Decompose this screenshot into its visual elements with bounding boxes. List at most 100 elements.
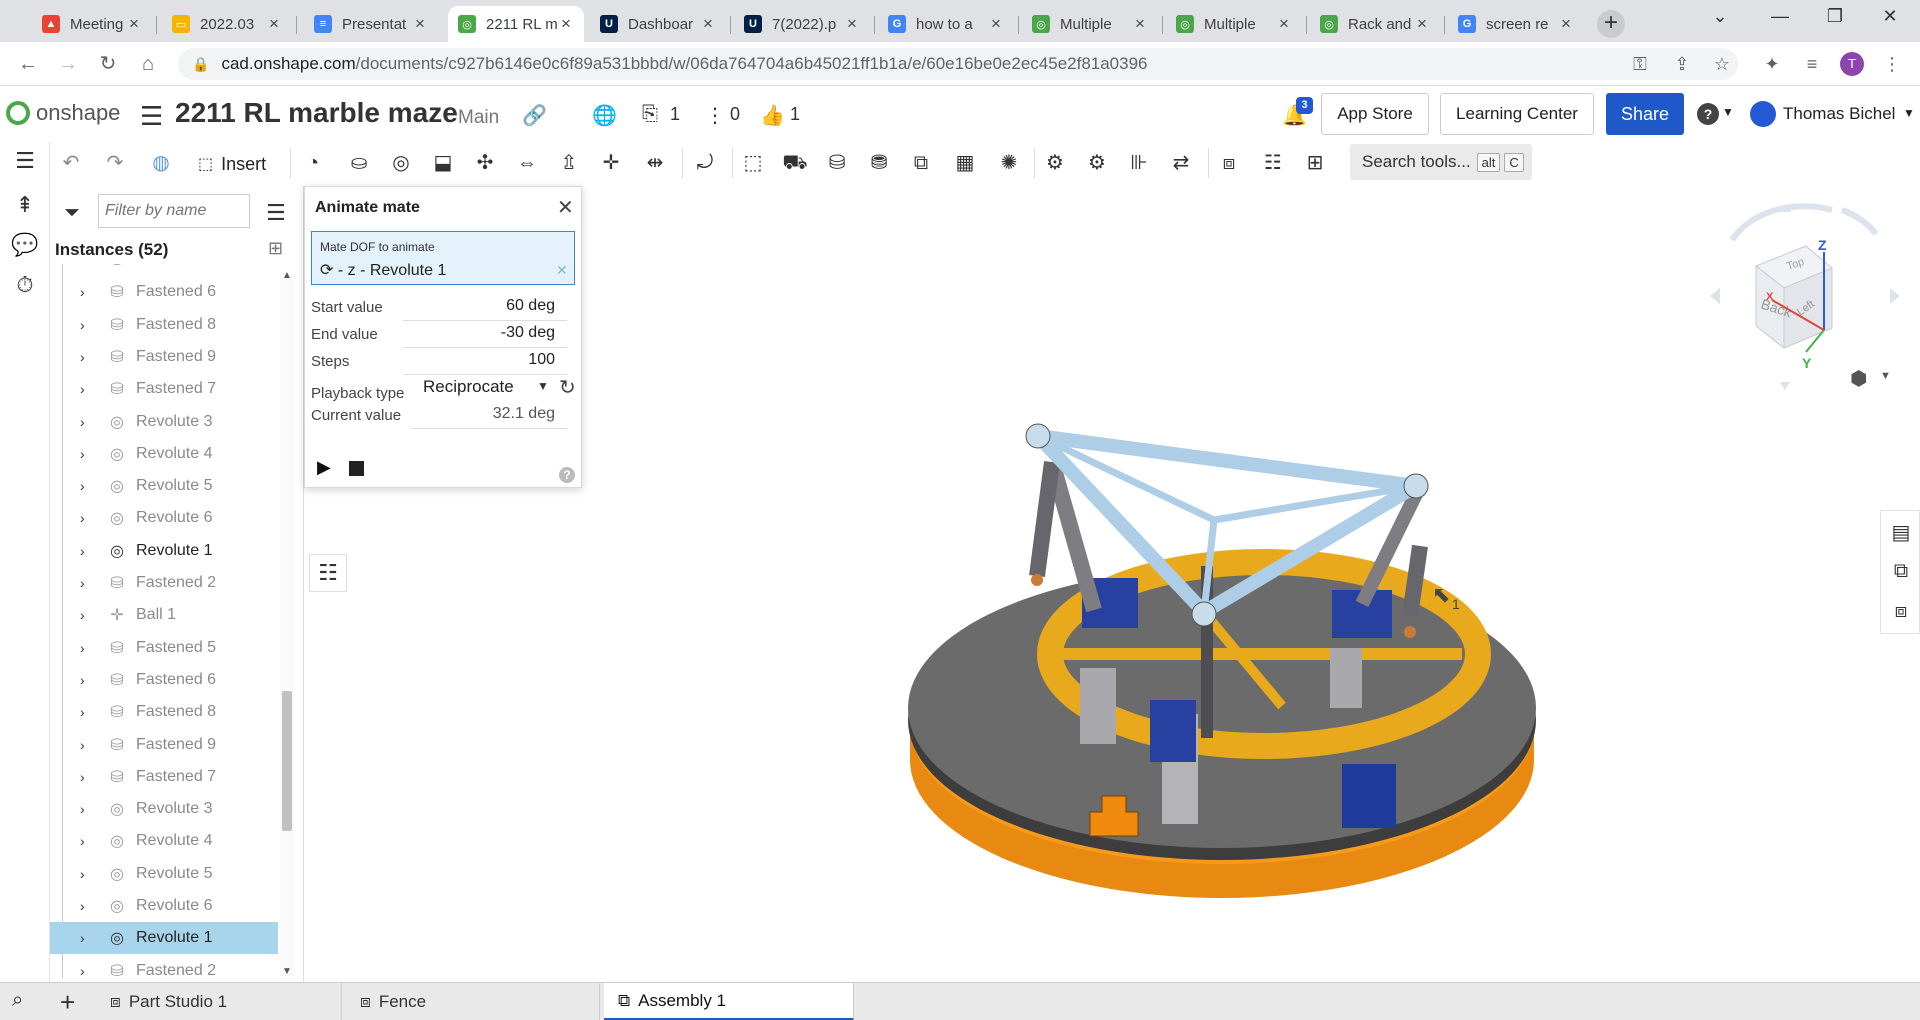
undo-icon[interactable]: ↶ bbox=[56, 148, 86, 178]
scroll-up-arrow-icon[interactable]: ▲ bbox=[282, 270, 292, 281]
browser-tab[interactable]: ▲ Meeting × bbox=[32, 6, 152, 42]
versions-icon[interactable]: ⎘ bbox=[642, 103, 658, 126]
chevron-right-icon[interactable]: › bbox=[80, 607, 96, 623]
add-element-icon[interactable]: + bbox=[60, 987, 75, 1018]
chevron-right-icon[interactable]: › bbox=[80, 866, 96, 882]
linkage-joint[interactable] bbox=[1025, 423, 1051, 449]
close-icon[interactable]: ✕ bbox=[557, 195, 574, 220]
home-icon[interactable]: ⌂ bbox=[134, 50, 162, 78]
fastened-mate-icon[interactable]: ⛀ bbox=[344, 148, 374, 178]
view-options-caret-icon[interactable]: ▼ bbox=[1880, 370, 1891, 382]
mate-tree-row[interactable]: › ⛁ Fastened 8 bbox=[50, 696, 278, 728]
chevron-right-icon[interactable]: › bbox=[80, 898, 96, 914]
named-positions-icon[interactable]: ⧈ bbox=[1214, 148, 1244, 178]
filter-icon[interactable]: ⏷ bbox=[64, 202, 80, 225]
chevron-right-icon[interactable]: › bbox=[80, 737, 96, 753]
mate-tree-row[interactable]: › ◎ Revolute 4 bbox=[50, 438, 278, 470]
close-tab-icon[interactable]: × bbox=[412, 14, 428, 34]
display-states-icon[interactable]: ☷ bbox=[1258, 148, 1288, 178]
chevron-right-icon[interactable]: › bbox=[80, 640, 96, 656]
link-icon[interactable]: 🔗 bbox=[522, 103, 547, 128]
user-name[interactable]: Thomas Bichel bbox=[1783, 104, 1895, 124]
scroll-down-arrow-icon[interactable]: ▼ bbox=[282, 966, 292, 977]
search-tools-field[interactable]: Search tools... alt C bbox=[1350, 144, 1532, 180]
slider-mate-icon[interactable]: ⬓ bbox=[428, 148, 458, 178]
linkage-joint[interactable] bbox=[1403, 473, 1429, 499]
servo-arm[interactable] bbox=[1029, 460, 1060, 578]
new-tab-button[interactable]: + bbox=[1597, 10, 1625, 38]
learning-center-button[interactable]: Learning Center bbox=[1440, 93, 1594, 135]
document-title[interactable]: 2211 RL marble maze bbox=[175, 97, 458, 129]
steps-input[interactable]: 100 bbox=[528, 351, 555, 369]
mate-tree-row[interactable]: › ✛ Ball 1 bbox=[50, 599, 278, 631]
assembly-3d-model[interactable] bbox=[582, 186, 1882, 982]
chevron-right-icon[interactable]: › bbox=[80, 769, 96, 785]
reciprocate-loop-icon[interactable]: ↻ bbox=[559, 375, 576, 400]
explode-icon[interactable]: ✺ bbox=[994, 148, 1024, 178]
end-value-input[interactable]: -30 deg bbox=[501, 324, 555, 342]
rotate-down-arrow[interactable] bbox=[1780, 382, 1790, 390]
close-window-icon[interactable]: ✕ bbox=[1870, 6, 1910, 34]
search-tabs-icon[interactable]: ⌕ bbox=[12, 989, 23, 1012]
measure-icon[interactable]: ⊪ bbox=[1124, 148, 1154, 178]
reload-icon[interactable]: ↻ bbox=[94, 50, 122, 78]
cog-settings-icon[interactable]: ⚙ bbox=[1082, 148, 1112, 178]
close-tab-icon[interactable]: × bbox=[1414, 14, 1430, 34]
share-button[interactable]: Share bbox=[1606, 93, 1684, 135]
stop-icon[interactable] bbox=[349, 461, 364, 476]
password-key-icon[interactable]: ⚿ bbox=[1628, 52, 1652, 76]
properties-panel-icon[interactable]: ▤ bbox=[1889, 521, 1913, 545]
mate-tree-row[interactable]: › ⛁ Fastened 2 bbox=[50, 567, 278, 599]
mate-tree-row[interactable]: › ⛁ Fastened 8 bbox=[50, 309, 278, 341]
mate-tree-row[interactable]: › ⛁ Fastened 6 bbox=[50, 664, 278, 696]
dialog-help-icon[interactable]: ? bbox=[559, 467, 575, 483]
share-page-icon[interactable]: ⇪ bbox=[1670, 52, 1694, 76]
section-view-icon[interactable]: ⇄ bbox=[1166, 148, 1196, 178]
group-icon[interactable]: ⛟ bbox=[780, 148, 810, 178]
relation-gear-icon[interactable]: ⛁ bbox=[822, 148, 852, 178]
back-icon[interactable]: ← bbox=[14, 50, 42, 78]
user-menu-caret-icon[interactable]: ▼ bbox=[1903, 106, 1915, 120]
close-tab-icon[interactable]: × bbox=[844, 14, 860, 34]
browser-menu-icon[interactable]: ⋮ bbox=[1880, 52, 1904, 76]
list-view-icon[interactable]: ☰ bbox=[266, 200, 286, 226]
chevron-right-icon[interactable]: › bbox=[80, 510, 96, 526]
chevron-right-icon[interactable]: › bbox=[80, 963, 96, 978]
feature-list-icon[interactable]: ☰ bbox=[10, 146, 40, 176]
user-avatar[interactable] bbox=[1750, 101, 1776, 127]
mate-tree-row[interactable]: › ◎ Revolute 5 bbox=[50, 470, 278, 502]
play-icon[interactable]: ▶ bbox=[317, 457, 331, 478]
clear-selection-icon[interactable]: ✕ bbox=[556, 262, 568, 279]
chevron-right-icon[interactable]: › bbox=[80, 575, 96, 591]
public-globe-icon[interactable]: 🌐 bbox=[592, 103, 617, 128]
help-icon[interactable]: ? bbox=[1697, 103, 1719, 125]
mate-tree-row[interactable]: › ⛁ Fastened 7 bbox=[50, 373, 278, 405]
mate-tree-row[interactable]: › ◎ Revolute 3 bbox=[50, 406, 278, 438]
outline-toggle-icon[interactable]: ☷ bbox=[309, 554, 347, 592]
mate-tree-row[interactable]: › ◎ Revolute 6 bbox=[50, 890, 278, 922]
mate-tree-row[interactable]: › ◎ Revolute 5 bbox=[50, 858, 278, 890]
bom-icon[interactable]: ⊞ bbox=[1300, 148, 1330, 178]
linear-relation-icon[interactable]: ▦ bbox=[950, 148, 980, 178]
tangent-mate-icon[interactable]: ⤾ bbox=[690, 148, 720, 178]
support-pillar[interactable] bbox=[1080, 668, 1116, 744]
close-tab-icon[interactable]: × bbox=[266, 14, 282, 34]
chevron-right-icon[interactable]: › bbox=[80, 317, 96, 333]
ball-mate-icon[interactable]: ✛ bbox=[596, 148, 626, 178]
browser-tab[interactable]: Gscreen re × bbox=[1448, 6, 1584, 42]
replicate-icon[interactable]: ◔ bbox=[298, 148, 328, 178]
sync-icon[interactable]: ◍ bbox=[146, 148, 176, 178]
browser-tab[interactable]: Ghow to a × bbox=[878, 6, 1014, 42]
orbit-arrow[interactable] bbox=[1840, 207, 1879, 236]
mate-tree-row[interactable]: › ◎ Revolute 1 bbox=[50, 535, 278, 567]
forward-icon[interactable]: → bbox=[54, 50, 82, 78]
browser-tab[interactable]: ◎ 2211 RL m × bbox=[448, 6, 584, 42]
chevron-right-icon[interactable]: › bbox=[80, 833, 96, 849]
chevron-right-icon[interactable]: › bbox=[80, 672, 96, 688]
chevron-right-icon[interactable]: › bbox=[80, 930, 96, 946]
playback-type-select[interactable]: Reciprocate bbox=[423, 377, 514, 397]
branch-label[interactable]: Main bbox=[458, 107, 499, 129]
restore-icon[interactable]: ❐ bbox=[1815, 6, 1855, 34]
document-menu-icon[interactable]: ☰ bbox=[140, 101, 163, 132]
chevron-right-icon[interactable]: › bbox=[80, 478, 96, 494]
